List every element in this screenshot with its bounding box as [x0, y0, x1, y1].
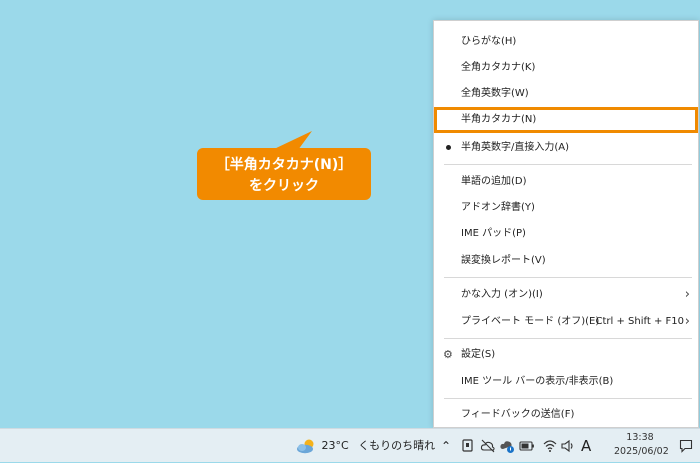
menu-item-label: 誤変換レポート(V) — [461, 255, 546, 266]
clock-date: 2025/06/02 — [614, 446, 669, 457]
chevron-right-icon: › — [684, 314, 690, 329]
weather-widget[interactable]: 23°C くもりのち晴れ — [296, 429, 435, 463]
ime-context-menu: ひらがな(H) 全角カタカナ(K) 全角英数字(W) 半角カタカナ(N) 半角英… — [433, 20, 699, 428]
menu-item-label: ひらがな(H) — [461, 36, 517, 47]
menu-item-label: 全角英数字(W) — [461, 88, 529, 99]
callout-line-1: ［半角カタカナ(N)］ — [215, 157, 353, 173]
cloud-sync-icon[interactable] — [499, 438, 515, 454]
menu-separator — [444, 338, 692, 339]
device-icon[interactable] — [461, 438, 475, 454]
cloud-offline-icon[interactable] — [480, 438, 496, 454]
taskbar: 23°C くもりのち晴れ ⌃ A 13:38 2025/06/02 — [0, 428, 700, 462]
notification-icon[interactable] — [679, 439, 693, 453]
instruction-callout: ［半角カタカナ(N)］ をクリック — [197, 148, 371, 200]
menu-item-fullwidth-katakana[interactable]: 全角カタカナ(K) — [434, 55, 698, 81]
menu-item-label: フィードバックの送信(F) — [461, 409, 575, 420]
menu-item-private-mode[interactable]: プライベート モード (オフ)(E) Ctrl + Shift + F10 › — [434, 309, 698, 335]
menu-item-label: かな入力 (オン)(I) — [461, 289, 543, 300]
battery-icon[interactable] — [519, 440, 535, 452]
menu-item-send-feedback[interactable]: フィードバックの送信(F) — [434, 402, 698, 428]
menu-separator — [444, 277, 692, 278]
menu-item-halfwidth-alphanumeric[interactable]: 半角英数字/直接入力(A) — [434, 135, 698, 161]
menu-item-label: IME ツール バーの表示/非表示(B) — [461, 376, 614, 387]
menu-item-label: 設定(S) — [461, 349, 496, 360]
chevron-right-icon: › — [684, 287, 690, 302]
menu-item-label: プライベート モード (オフ)(E) — [461, 316, 600, 327]
menu-item-hiragana[interactable]: ひらがな(H) — [434, 29, 698, 55]
menu-item-addon-dictionary[interactable]: アドオン辞書(Y) — [434, 195, 698, 221]
menu-item-settings[interactable]: ⚙ 設定(S) — [434, 342, 698, 368]
speaker-icon[interactable] — [561, 439, 575, 453]
ime-mode-indicator[interactable]: A — [581, 429, 591, 463]
menu-item-label: IME パッド(P) — [461, 228, 526, 239]
menu-item-toggle-toolbar[interactable]: IME ツール バーの表示/非表示(B) — [434, 369, 698, 395]
menu-separator — [444, 164, 692, 165]
highlight-frame — [434, 107, 698, 133]
menu-item-fullwidth-alphanumeric[interactable]: 全角英数字(W) — [434, 81, 698, 107]
weather-temperature: 23°C — [321, 439, 349, 452]
weather-description: くもりのち晴れ — [358, 439, 436, 452]
clock-time: 13:38 — [626, 432, 654, 443]
partly-cloudy-icon — [297, 439, 314, 454]
menu-item-label: 半角英数字/直接入力(A) — [461, 142, 570, 153]
menu-item-kana-input[interactable]: かな入力 (オン)(I) › — [434, 282, 698, 308]
gear-icon: ⚙ — [443, 348, 453, 361]
callout-line-2: をクリック — [249, 178, 319, 194]
selected-bullet-icon — [446, 145, 451, 150]
chevron-up-icon[interactable]: ⌃ — [441, 429, 451, 463]
menu-item-shortcut: Ctrl + Shift + F10 — [595, 316, 684, 327]
menu-item-label: 全角カタカナ(K) — [461, 62, 536, 73]
menu-item-misconversion-report[interactable]: 誤変換レポート(V) — [434, 248, 698, 274]
menu-item-label: アドオン辞書(Y) — [461, 202, 535, 213]
menu-item-add-word[interactable]: 単語の追加(D) — [434, 169, 698, 195]
menu-item-label: 単語の追加(D) — [461, 176, 527, 187]
menu-separator — [444, 398, 692, 399]
wifi-icon[interactable] — [543, 439, 557, 453]
clock[interactable]: 13:38 2025/06/02 — [614, 431, 669, 459]
menu-item-ime-pad[interactable]: IME パッド(P) — [434, 221, 698, 247]
